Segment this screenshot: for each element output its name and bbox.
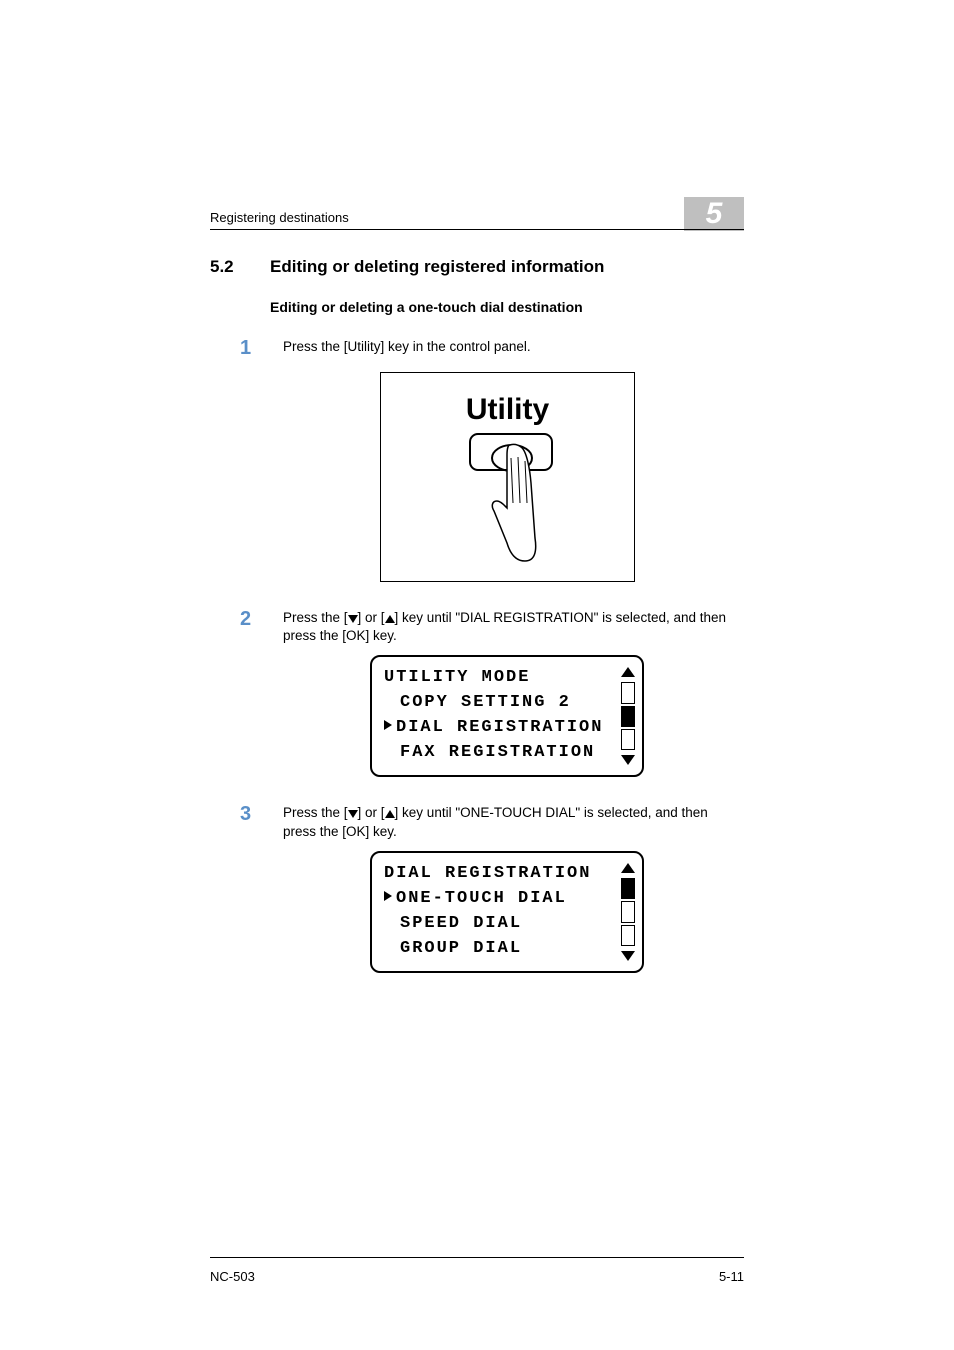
down-arrow-icon: [348, 615, 358, 623]
step-3: 3 Press the [] or [] key until "ONE-TOUC…: [240, 801, 744, 840]
lcd-line: SPEED DIAL: [384, 911, 634, 936]
footer-page-number: 5-11: [719, 1269, 744, 1284]
section-title: Editing or deleting registered informati…: [270, 257, 604, 277]
section-number: 5.2: [210, 257, 245, 277]
page-footer: NC-503 5-11: [210, 1269, 744, 1284]
lcd-line: FAX REGISTRATION: [384, 740, 634, 765]
step-text: Press the [] or [] key until "DIAL REGIS…: [283, 606, 744, 645]
step-1: 1 Press the [Utility] key in the control…: [240, 335, 744, 362]
press-hand-icon: [477, 443, 547, 573]
footer-model: NC-503: [210, 1269, 255, 1284]
lcd-scrollbar: [620, 667, 636, 765]
utility-label: Utility: [381, 393, 634, 427]
lcd-line: GROUP DIAL: [384, 936, 634, 961]
lcd-utility-mode: UTILITY MODE COPY SETTING 2 DIAL REGISTR…: [370, 655, 644, 777]
scroll-down-icon: [621, 755, 635, 765]
lcd-dial-registration: DIAL REGISTRATION ONE-TOUCH DIAL SPEED D…: [370, 851, 644, 973]
up-arrow-icon: [385, 810, 395, 818]
step-2: 2 Press the [] or [] key until "DIAL REG…: [240, 606, 744, 645]
step-number: 2: [240, 606, 258, 645]
footer-rule: [210, 1257, 744, 1258]
lcd-line: DIAL REGISTRATION: [384, 861, 634, 886]
scroll-down-icon: [621, 951, 635, 961]
scroll-up-icon: [621, 667, 635, 677]
lcd-line-selected: ONE-TOUCH DIAL: [384, 886, 634, 911]
lcd-line: UTILITY MODE: [384, 665, 634, 690]
running-head-text: Registering destinations: [210, 210, 349, 225]
step-number: 3: [240, 801, 258, 840]
down-arrow-icon: [348, 810, 358, 818]
running-head: Registering destinations: [210, 210, 744, 230]
subsection-heading: Editing or deleting a one-touch dial des…: [270, 299, 744, 315]
step-text: Press the [Utility] key in the control p…: [283, 335, 744, 362]
lcd-scrollbar: [620, 863, 636, 961]
section-heading: 5.2 Editing or deleting registered infor…: [210, 257, 744, 277]
up-arrow-icon: [385, 615, 395, 623]
lcd-line: COPY SETTING 2: [384, 690, 634, 715]
lcd-line-selected: DIAL REGISTRATION: [384, 715, 634, 740]
step-text: Press the [] or [] key until "ONE-TOUCH …: [283, 801, 744, 840]
utility-key-figure: Utility: [380, 372, 635, 582]
step-number: 1: [240, 335, 258, 362]
scroll-up-icon: [621, 863, 635, 873]
